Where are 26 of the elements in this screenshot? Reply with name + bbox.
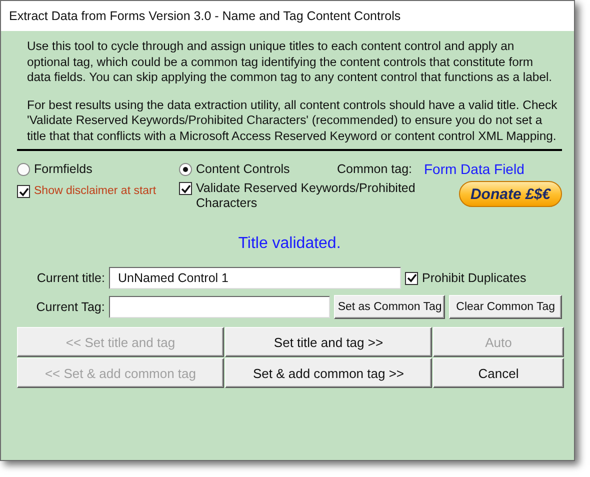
instruction-paragraph: For best results using the data extraction utility, all content controls should have a valid title. Check 'Validate Reserved Keywords/Prohibited Characters' (recommended) to ensure you do not set a title that that conflicts with a Microsoft Access Reserved Keyword or content control XML Mapping.	[27, 98, 558, 144]
tag-input[interactable]	[108, 296, 330, 318]
common-tag-label: Common tag:	[337, 162, 414, 176]
window-title: Extract Data from Forms Version 3.0 - Name and Tag Content Controls	[9, 9, 401, 23]
title-input[interactable]: UnNamed Control 1	[109, 267, 401, 289]
checkbox[interactable]	[179, 182, 192, 195]
radio-label: Formfields	[34, 162, 92, 176]
action-button[interactable]: Set title and tag >>	[225, 327, 432, 357]
set-tag-button[interactable]: Set as Common Tag	[334, 295, 446, 319]
action-button[interactable]: Set & add common tag >>	[225, 358, 432, 388]
radio-button[interactable]	[17, 162, 30, 176]
checkbox[interactable]	[405, 272, 418, 284]
common-tag-value: Form Data Field	[424, 161, 526, 177]
checkbox-label: Show disclaimer at start	[34, 184, 156, 199]
clear-tag-button[interactable]: Clear Common Tag	[449, 295, 562, 319]
donate-button[interactable]: Donate £$€	[459, 181, 562, 207]
checkbox-label: Prohibit Duplicates	[422, 270, 526, 286]
status-message: Title validated.	[237, 235, 342, 254]
field-label: Current title:	[36, 271, 105, 285]
radio-button[interactable]	[179, 162, 192, 176]
instruction-paragraph: Use this tool to cycle through and assign unique titles to each content control and apply an optional tag, which could be a common tag identifying the content controls that constitute form data fields. You can skip applying the common tag to any content control that functions as a label.	[27, 39, 554, 86]
checkbox[interactable]	[17, 185, 30, 198]
radio-label: Content Controls	[196, 162, 290, 176]
action-button[interactable]: Cancel	[433, 358, 564, 388]
field-label: Current Tag:	[35, 300, 105, 314]
checkbox-label: Validate Reserved Keywords/Prohibited Characters	[196, 181, 416, 211]
